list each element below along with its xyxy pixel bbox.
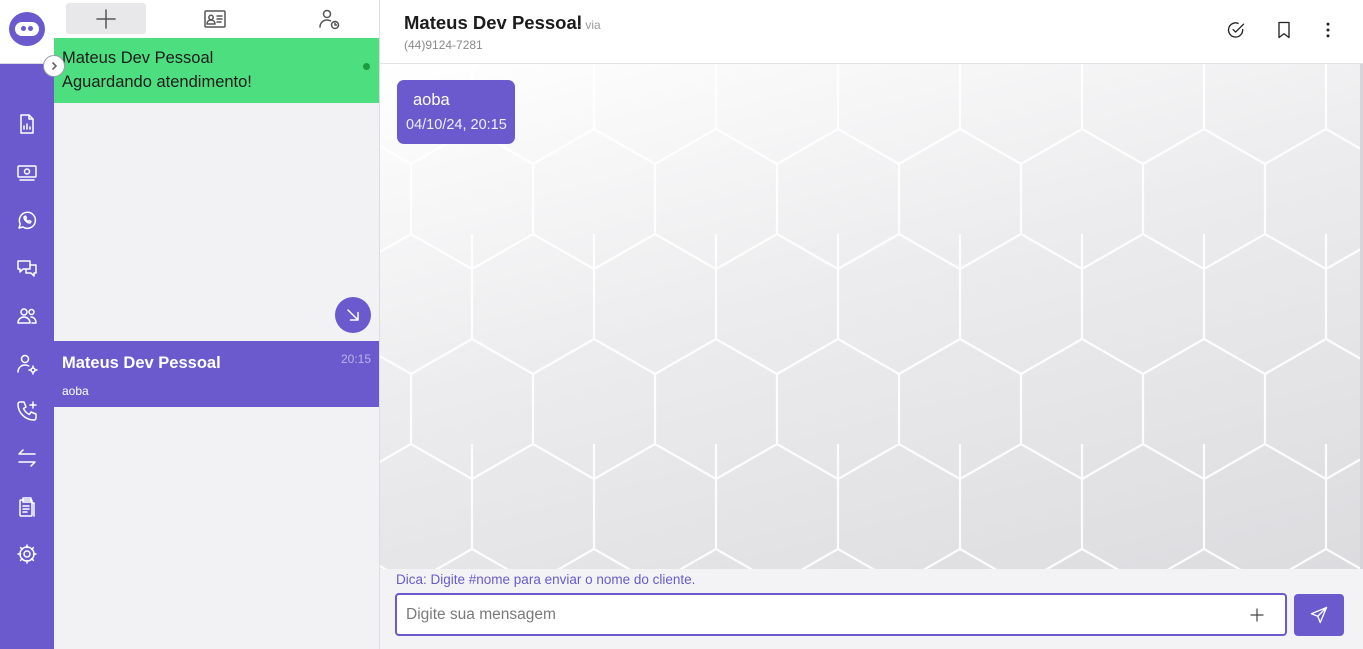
contact-card-icon [204,9,226,28]
clipboard-list-icon[interactable] [13,493,41,521]
whatsapp-icon[interactable] [13,206,41,234]
resolve-ticket-button[interactable] [1224,18,1248,42]
ticket-list-panel: Mateus Dev Pessoal Aguardando atendiment… [54,0,380,649]
chat-area: Mateus Dev Pessoal - via (44)9124-7281 a… [380,0,1363,649]
chat-channel-via: - via [578,18,601,32]
app-root: Mateus Dev Pessoal Aguardando atendiment… [0,0,1363,649]
message-input[interactable] [395,593,1287,636]
message-composer: Dica: Digite #nome para enviar o nome do… [380,569,1363,649]
pending-ticket-item[interactable]: Mateus Dev Pessoal Aguardando atendiment… [54,38,379,103]
chevron-right-icon [51,61,58,71]
users-group-icon[interactable] [13,302,41,330]
expand-sidebar-button[interactable] [43,55,65,77]
logo-area [0,0,54,64]
send-button[interactable] [1294,594,1344,636]
message-bubble[interactable]: aoba 04/10/24, 20:15 [397,80,515,144]
scroll-down-button[interactable] [335,297,371,333]
vertical-dots-icon [1326,22,1330,38]
chat-bubbles-icon[interactable] [13,254,41,282]
chat-header: Mateus Dev Pessoal - via (44)9124-7281 [380,0,1363,64]
composer-hint: Dica: Digite #nome para enviar o nome do… [396,572,696,587]
pending-contact-name: Mateus Dev Pessoal [62,49,214,67]
ticket-contact-name: Mateus Dev Pessoal [62,354,221,372]
tab-waiting-users[interactable] [304,3,354,34]
plus-icon [96,8,116,29]
message-timestamp: 04/10/24, 20:15 [406,117,507,133]
tab-new-ticket[interactable] [66,3,146,34]
tab-contacts[interactable] [190,3,240,34]
arrow-down-right-icon [347,309,359,321]
report-file-icon[interactable] [13,110,41,138]
messages-area[interactable]: aoba 04/10/24, 20:15 [380,64,1360,569]
online-indicator [363,63,370,70]
gear-icon[interactable] [13,540,41,568]
send-icon [1310,606,1328,624]
chat-contact-phone: (44)9124-7281 [404,38,483,52]
phone-add-icon[interactable] [13,397,41,425]
plus-icon [1250,608,1264,622]
nav-rail [0,0,54,649]
transfer-arrows-icon[interactable] [13,444,41,472]
message-text: aoba [413,91,450,109]
chat-contact-name: Mateus Dev Pessoal [404,12,582,33]
bookmark-button[interactable] [1272,18,1296,42]
pending-status-text: Aguardando atendimento! [62,73,252,91]
list-item[interactable]: Mateus Dev Pessoal 20:15 aoba [54,341,379,407]
more-options-button[interactable] [1316,18,1340,42]
user-settings-icon[interactable] [13,350,41,378]
ticket-time: 20:15 [340,352,371,366]
ticket-last-message: aoba [62,384,89,398]
check-circle-icon [1227,22,1245,38]
attach-button[interactable] [1246,604,1268,626]
bookmark-icon [1278,21,1290,39]
user-clock-icon [319,9,340,29]
robot-logo-icon[interactable] [9,12,45,46]
background-pattern [380,64,1360,569]
money-icon[interactable] [13,158,41,186]
list-tabs [54,0,379,38]
